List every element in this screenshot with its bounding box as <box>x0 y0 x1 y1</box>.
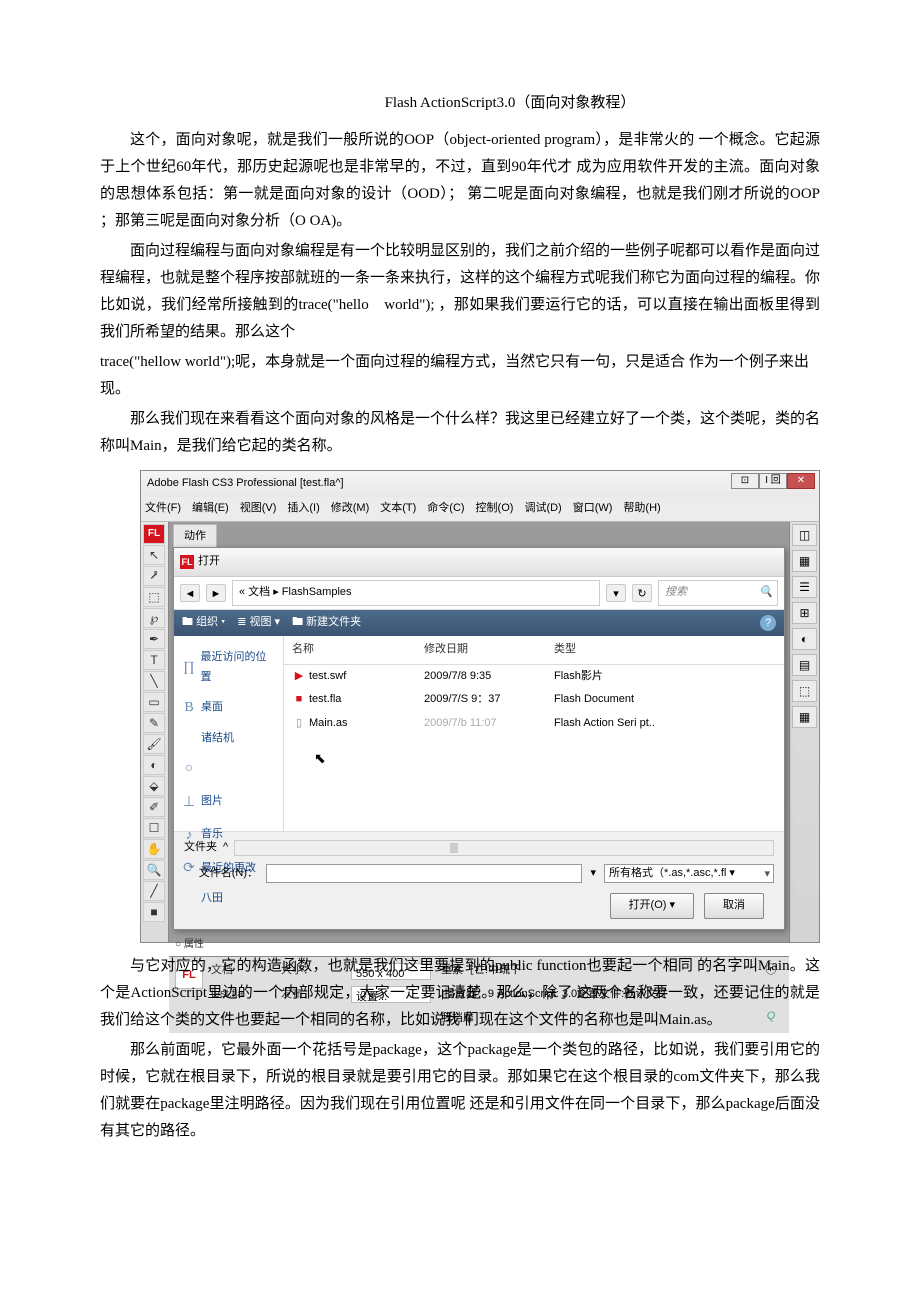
paragraph-1: 这个，面向对象呢，就是我们一般所说的OOP（object-oriented pr… <box>100 127 820 235</box>
lasso-tool-icon[interactable]: ℘ <box>143 608 165 628</box>
panel-icon[interactable]: ▤ <box>792 654 817 676</box>
right-panel: ◫ ▦ ☰ ⊞ ◐ ▤ ⬚ ▦ <box>789 522 819 942</box>
paragraph-5: 那么前面呢，它最外面一个花括号是package，这个package是一个类包的路… <box>100 1037 820 1145</box>
flash-app-screenshot: Adobe Flash CS3 Professional [test.fla^]… <box>140 470 820 943</box>
place-blank[interactable]: ○ <box>180 752 277 785</box>
panel-icon[interactable]: ⊞ <box>792 602 817 624</box>
line-tool-icon[interactable]: ╲ <box>143 671 165 691</box>
refresh-button[interactable]: ↻ <box>632 584 652 602</box>
pictures-icon: ⊥ <box>182 790 196 815</box>
place-computer[interactable]: 诸结机 <box>180 725 277 753</box>
file-row[interactable]: ▯Main.as 2009/7/b 11:07 Flash Action Ser… <box>284 712 784 736</box>
file-folder-label: 文件夹 <box>184 838 217 858</box>
desktop-icon: B <box>182 695 196 720</box>
fill-color-icon[interactable]: ■ <box>143 902 165 922</box>
new-folder-button[interactable]: 🖿 新建文件夹 <box>292 613 361 633</box>
pencil-tool-icon[interactable]: ✎ <box>143 713 165 733</box>
app-menubar[interactable]: 文件(F) 编辑(E) 视图(V) 插入(I) 修改(M) 文本(T) 命令(C… <box>141 497 819 522</box>
file-row[interactable]: ■test.fla 2009/7/S 9：37 Flash Document <box>284 688 784 712</box>
help-icon[interactable]: ? <box>760 615 776 631</box>
file-filter-combo[interactable]: 所有格式（*.as,*.asc,*.fl ▾ <box>604 864 774 883</box>
search-input[interactable]: 搜索 🔍 <box>658 580 778 606</box>
props-q-icon[interactable]: Q <box>759 1007 783 1027</box>
search-icon: 🔍 <box>759 583 773 603</box>
ink-bottle-tool-icon[interactable]: ◐ <box>143 755 165 775</box>
subselection-tool-icon[interactable]: ⭷ <box>143 566 165 586</box>
organize-button[interactable]: 🖿 组织 ▾ <box>182 613 225 633</box>
place-desktop[interactable]: B桌面 <box>180 691 277 724</box>
app-titlebar: Adobe Flash CS3 Professional [test.fla^]… <box>141 471 819 497</box>
breadcrumb-dropdown-icon[interactable]: ▾ <box>606 584 626 602</box>
hand-tool-icon[interactable]: ✋ <box>143 839 165 859</box>
column-date[interactable]: 修改日期 <box>424 640 554 660</box>
paragraph-2b: trace("hellow world");呢，本身就是一个面向过程的编程方式，… <box>100 349 820 403</box>
dialog-fl-icon: FL <box>180 555 194 569</box>
nav-back-button[interactable]: ◄ <box>180 584 200 602</box>
folder-collapse-icon[interactable]: ^ <box>223 838 228 858</box>
brush-tool-icon[interactable]: 🖌 <box>143 734 165 754</box>
paragraph-4: 与它对应的，它的构造函数，也就是我们这里要提到的public function也… <box>100 953 820 1034</box>
eyedropper-tool-icon[interactable]: ✐ <box>143 797 165 817</box>
column-name[interactable]: 名称 <box>284 640 424 660</box>
paragraph-3: 那么我们现在来看看这个面向对象的风格是一个什么样？我这里已经建立好了一个类，这个… <box>100 406 820 460</box>
rectangle-tool-icon[interactable]: ▭ <box>143 692 165 712</box>
app-title: Adobe Flash CS3 Professional [test.fla^] <box>147 477 344 489</box>
eraser-tool-icon[interactable]: ☐ <box>143 818 165 838</box>
fla-file-icon: ■ <box>292 690 306 704</box>
close-button[interactable]: ✕ <box>787 473 815 489</box>
as-file-icon: ▯ <box>292 714 306 728</box>
actions-tab[interactable]: 动作 <box>173 524 217 550</box>
open-dialog: FL 打开 ◄ ► « 文档 ▸ FlashSamples ▾ ↻ 搜索 🔍 🖿… <box>173 547 785 930</box>
tools-panel: FL ↖ ⭷ ⬚ ℘ ✒ T ╲ ▭ ✎ 🖌 ◐ ⬙ ✐ ☐ ✋ 🔍 ╱ ■ <box>141 522 169 942</box>
free-transform-tool-icon[interactable]: ⬚ <box>143 587 165 607</box>
place-recent[interactable]: ∏最近访问的位置 <box>180 644 277 692</box>
paragraph-2: 面向过程编程与面向对象编程是有一个比较明显区别的，我们之前介绍的一些例子呢都可以… <box>100 238 820 346</box>
blank-icon: ○ <box>182 756 196 781</box>
document-title: Flash ActionScript3.0（面向对象教程） <box>100 90 820 117</box>
zoom-tool-icon[interactable]: 🔍 <box>143 860 165 880</box>
place-pictures[interactable]: ⊥图片 <box>180 786 277 819</box>
search-placeholder: 搜索 <box>665 586 687 598</box>
paint-bucket-tool-icon[interactable]: ⬙ <box>143 776 165 796</box>
place-other[interactable]: 八田 <box>180 885 277 913</box>
dialog-title-text: 打开 <box>198 552 220 572</box>
panel-icon[interactable]: ▦ <box>792 706 817 728</box>
cancel-button[interactable]: 取消 <box>704 893 764 919</box>
minimize-button[interactable]: ⊡ <box>731 473 759 489</box>
view-button[interactable]: ≣ 视图 ▾ <box>237 613 280 633</box>
flash-logo-icon: FL <box>143 524 165 544</box>
cursor-icon: ⬉ <box>314 746 784 771</box>
panel-icon[interactable]: ☰ <box>792 576 817 598</box>
swf-file-icon: ▶ <box>292 667 306 681</box>
text-tool-icon[interactable]: T <box>143 650 165 670</box>
filename-label: 文件名(N)： <box>184 864 258 884</box>
pen-tool-icon[interactable]: ✒ <box>143 629 165 649</box>
breadcrumb[interactable]: « 文档 ▸ FlashSamples <box>232 580 600 606</box>
column-type[interactable]: 类型 <box>554 640 784 660</box>
stroke-color-icon[interactable]: ╱ <box>143 881 165 901</box>
panel-icon[interactable]: ▦ <box>792 550 817 572</box>
panel-icon[interactable]: ⬚ <box>792 680 817 702</box>
nav-forward-button[interactable]: ► <box>206 584 226 602</box>
maximize-button[interactable]: I 回 <box>759 473 787 489</box>
open-button[interactable]: 打开(O) ▾ <box>610 893 694 919</box>
recent-icon: ∏ <box>182 655 196 680</box>
filename-dropdown-icon[interactable]: ▾ <box>590 864 596 884</box>
file-list: 名称 修改日期 类型 ▶test.swf 2009/7/8 9:35 Flash… <box>284 636 784 831</box>
horizontal-scrollbar[interactable] <box>234 840 774 856</box>
file-row[interactable]: ▶test.swf 2009/7/8 9:35 Flash影片 <box>284 665 784 689</box>
places-sidebar: ∏最近访问的位置 B桌面 诸结机 ○ ⊥图片 ♪音乐 ⟳最近的更改 八田 <box>174 636 284 831</box>
panel-icon[interactable]: ◫ <box>792 524 817 546</box>
filename-input[interactable] <box>266 864 582 883</box>
selection-tool-icon[interactable]: ↖ <box>143 545 165 565</box>
panel-icon[interactable]: ◐ <box>792 628 817 650</box>
